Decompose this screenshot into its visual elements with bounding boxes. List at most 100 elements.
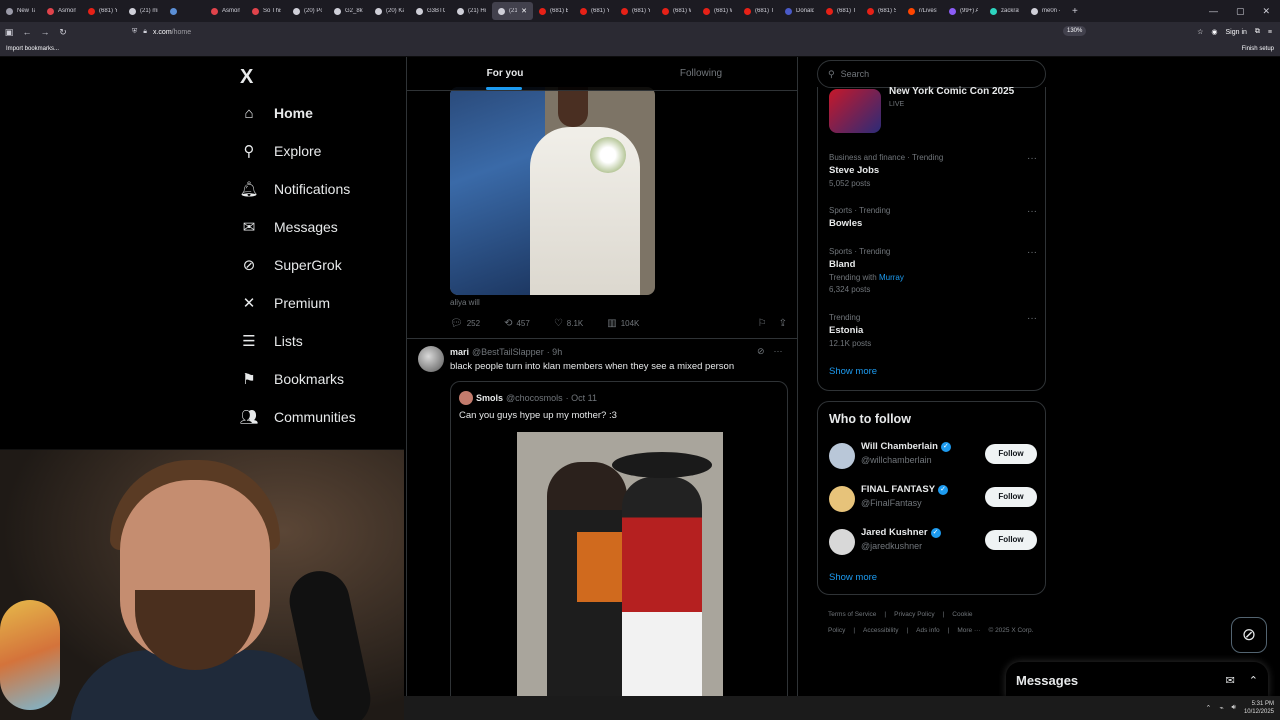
- footer-link[interactable]: Ads info: [916, 627, 940, 634]
- footer-link[interactable]: Privacy Policy: [894, 611, 934, 618]
- nav-item-communities[interactable]: 👥︎ Communities: [238, 398, 408, 436]
- avatar[interactable]: [829, 529, 855, 555]
- new-tab-icon[interactable]: +: [1066, 6, 1084, 17]
- messages-drawer[interactable]: Messages ✉ ⌃: [1006, 662, 1268, 696]
- nav-item-explore[interactable]: ⚲ Explore: [238, 132, 408, 170]
- browser-tab[interactable]: (21) I✕: [492, 2, 533, 20]
- browser-tab[interactable]: So This I: [246, 2, 287, 20]
- post-image[interactable]: [450, 87, 655, 295]
- browser-tab[interactable]: (681) W: [697, 2, 738, 20]
- sign-in-button[interactable]: Sign in: [1226, 29, 1247, 36]
- browser-tab[interactable]: (681) So: [861, 2, 902, 20]
- star-icon[interactable]: ☆: [1197, 28, 1203, 36]
- footer-link[interactable]: More ···: [957, 627, 980, 634]
- browser-tab[interactable]: G3BTCJ7: [410, 2, 451, 20]
- repost-button[interactable]: ⟲ 457: [504, 318, 530, 329]
- reply-button[interactable]: 💬︎ 252: [450, 318, 480, 329]
- nav-item-notifications[interactable]: 🔔︎ Notifications: [238, 170, 408, 208]
- sidebar-toggle-icon[interactable]: ▣: [0, 27, 18, 38]
- browser-tab[interactable]: (20) Pos: [287, 2, 328, 20]
- account-name[interactable]: Jared Kushner ✓: [861, 527, 941, 538]
- like-button[interactable]: ♡ 8.1K: [554, 318, 583, 329]
- more-icon[interactable]: ···: [1027, 313, 1037, 324]
- bookmark-icon[interactable]: ⚐: [758, 318, 767, 329]
- search-input[interactable]: ⚲ Search: [817, 60, 1046, 88]
- tab-following[interactable]: Following: [603, 57, 797, 90]
- close-tab-icon[interactable]: ✕: [521, 7, 527, 15]
- follow-suggestion[interactable]: Jared Kushner ✓ @jaredkushner Follow: [829, 527, 1037, 559]
- follow-suggestion[interactable]: FINAL FANTASY ✓ @FinalFantasy Follow: [829, 484, 1037, 516]
- browser-tab[interactable]: (20) Kar: [369, 2, 410, 20]
- grok-icon[interactable]: ⊘: [757, 346, 765, 357]
- nav-item-bookmarks[interactable]: ⚑ Bookmarks: [238, 360, 408, 398]
- browser-tab[interactable]: (681) Th: [820, 2, 861, 20]
- more-icon[interactable]: ···: [1027, 206, 1037, 217]
- more-icon[interactable]: ···: [1027, 153, 1037, 164]
- trend-item[interactable]: Trending Estonia 12.1K posts ···: [829, 313, 1039, 348]
- more-icon[interactable]: ···: [774, 346, 783, 357]
- trend-item[interactable]: Sports · Trending Bland Trending with Murr…: [829, 247, 1039, 294]
- browser-tab[interactable]: (681) Tr: [738, 2, 779, 20]
- browser-tab[interactable]: r/Livestr: [902, 2, 943, 20]
- nav-item-premium[interactable]: ✕ Premium: [238, 284, 408, 322]
- nav-item-messages[interactable]: ✉ Messages: [238, 208, 408, 246]
- browser-tab[interactable]: (21) mrp: [123, 2, 164, 20]
- grok-button[interactable]: ⊘: [1231, 617, 1267, 653]
- tab-for-you[interactable]: For you: [407, 57, 603, 90]
- quote-image[interactable]: [517, 432, 723, 696]
- expand-icon[interactable]: ⌃: [1249, 674, 1258, 687]
- forward-icon[interactable]: →: [36, 27, 54, 37]
- browser-tab[interactable]: (681) Yo: [615, 2, 656, 20]
- browser-tab[interactable]: Donald: [779, 2, 820, 20]
- avatar[interactable]: [829, 486, 855, 512]
- trends-show-more[interactable]: Show more: [829, 366, 877, 377]
- browser-tab[interactable]: (681) Yo: [82, 2, 123, 20]
- share-icon[interactable]: ⇪: [779, 318, 787, 329]
- views-button[interactable]: ▥ 104K: [607, 318, 639, 329]
- zoom-level[interactable]: 130%: [1063, 26, 1087, 36]
- close-window-icon[interactable]: ✕: [1262, 6, 1270, 17]
- system-clock[interactable]: 5:31 PM 10/12/2025: [1244, 700, 1274, 716]
- nav-item-supergrok[interactable]: ⊘ SuperGrok: [238, 246, 408, 284]
- volume-icon[interactable]: 🔊︎: [1232, 704, 1236, 712]
- footer-link[interactable]: Accessibility: [863, 627, 898, 634]
- browser-tab[interactable]: me0n -: [1025, 2, 1066, 20]
- author-handle[interactable]: @BestTailSlapper: [472, 347, 544, 357]
- post-time[interactable]: · 9h: [547, 347, 563, 357]
- event-item[interactable]: New York Comic Con 2025 LIVE: [829, 86, 1014, 133]
- browser-tab[interactable]: [164, 2, 205, 20]
- browser-tab[interactable]: (99+) Al: [943, 2, 984, 20]
- account-name[interactable]: Will Chamberlain ✓: [861, 441, 951, 452]
- finish-setup-link[interactable]: Finish setup: [1242, 46, 1274, 52]
- extensions-icon[interactable]: ⧉: [1255, 28, 1260, 36]
- browser-tab[interactable]: (681) Yo: [574, 2, 615, 20]
- reload-icon[interactable]: ↻: [54, 27, 72, 38]
- network-icon[interactable]: ⌁: [1219, 704, 1223, 712]
- browser-tab[interactable]: zackraw: [984, 2, 1025, 20]
- maximize-icon[interactable]: ▢: [1236, 6, 1245, 17]
- follow-button[interactable]: Follow: [985, 487, 1037, 507]
- account-icon[interactable]: ◉: [1211, 28, 1217, 36]
- browser-tab[interactable]: New Tab: [0, 2, 41, 20]
- nav-item-lists[interactable]: ☰ Lists: [238, 322, 408, 360]
- footer-link[interactable]: © 2025 X Corp.: [988, 627, 1033, 634]
- compose-message-icon[interactable]: ✉: [1226, 674, 1235, 687]
- url-bar[interactable]: ⛨ 🔒︎ x.com/home: [132, 24, 1102, 40]
- who-to-follow-show-more[interactable]: Show more: [829, 572, 877, 583]
- minimize-icon[interactable]: —: [1209, 6, 1218, 16]
- trend-item[interactable]: Sports · Trending Bowles ···: [829, 206, 1039, 229]
- follow-suggestion[interactable]: Will Chamberlain ✓ @willchamberlain Follow: [829, 441, 1037, 473]
- quoted-post[interactable]: Smols @chocosmols · Oct 11 Can you guys …: [450, 381, 788, 696]
- browser-tab[interactable]: (681) Wi: [656, 2, 697, 20]
- browser-tab[interactable]: (681) Ba: [533, 2, 574, 20]
- avatar[interactable]: [418, 346, 444, 372]
- follow-button[interactable]: Follow: [985, 530, 1037, 550]
- browser-tab[interactable]: Asmong: [41, 2, 82, 20]
- browser-tab[interactable]: G2_8k9l: [328, 2, 369, 20]
- tray-chevron-icon[interactable]: ⌃: [1205, 704, 1211, 712]
- trending-with-link[interactable]: Murray: [879, 273, 904, 282]
- import-bookmarks-link[interactable]: Import bookmarks...: [6, 46, 59, 52]
- browser-tab[interactable]: Asmong: [205, 2, 246, 20]
- avatar[interactable]: [829, 443, 855, 469]
- footer-link[interactable]: Terms of Service: [828, 611, 876, 618]
